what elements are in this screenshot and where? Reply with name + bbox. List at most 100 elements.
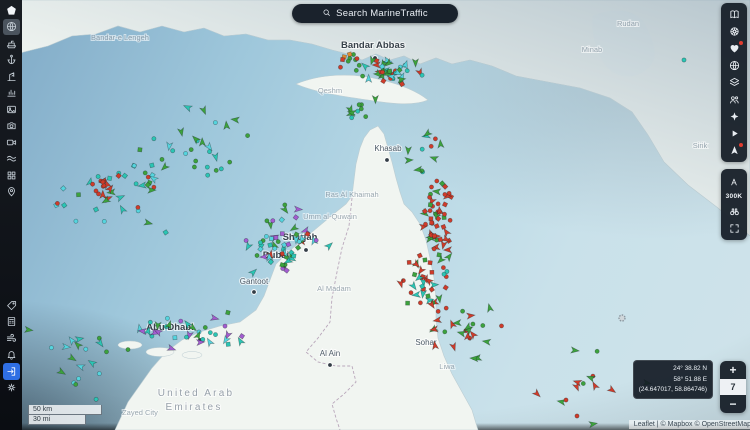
vessel-marker[interactable] bbox=[346, 51, 353, 58]
vessel-marker[interactable] bbox=[137, 147, 143, 153]
vessel-marker[interactable] bbox=[423, 221, 428, 227]
zoom-in-button[interactable]: + bbox=[720, 361, 746, 379]
vessel-marker[interactable] bbox=[563, 397, 569, 403]
vessel-marker[interactable] bbox=[429, 184, 435, 190]
vessel-marker[interactable] bbox=[338, 64, 343, 70]
vessel-marker[interactable] bbox=[296, 239, 302, 245]
toolbar-item-my-fleets[interactable] bbox=[724, 74, 744, 91]
vessel-marker[interactable] bbox=[118, 204, 128, 215]
vessel-marker[interactable] bbox=[73, 381, 79, 387]
vessel-marker[interactable] bbox=[60, 202, 68, 209]
vessel-marker[interactable] bbox=[429, 269, 435, 275]
sidebar-item-data-services[interactable] bbox=[3, 167, 20, 184]
vessel-marker[interactable] bbox=[406, 259, 412, 265]
vessel-marker[interactable] bbox=[408, 290, 414, 296]
vessel-marker[interactable] bbox=[460, 308, 466, 314]
vessel-marker[interactable] bbox=[191, 164, 197, 170]
vessel-marker[interactable] bbox=[437, 236, 444, 243]
vessel-marker[interactable] bbox=[218, 166, 224, 172]
vessel-marker[interactable] bbox=[590, 381, 601, 392]
vessel-marker[interactable] bbox=[434, 178, 440, 184]
vessel-marker[interactable] bbox=[60, 185, 67, 192]
sidebar-item-notifications[interactable] bbox=[3, 347, 20, 364]
vessel-marker[interactable] bbox=[184, 334, 189, 340]
toolbar-item-map-layers[interactable] bbox=[724, 57, 744, 74]
vessel-marker[interactable] bbox=[209, 313, 220, 322]
vessel-marker[interactable] bbox=[386, 68, 393, 74]
vessel-marker[interactable] bbox=[151, 136, 157, 142]
vessel-marker[interactable] bbox=[435, 308, 441, 314]
vessel-marker[interactable] bbox=[198, 136, 207, 147]
vessel-marker[interactable] bbox=[162, 229, 169, 236]
vessel-marker[interactable] bbox=[263, 233, 269, 239]
toolbar-item-insights[interactable] bbox=[724, 108, 744, 125]
vessel-marker[interactable] bbox=[440, 265, 446, 271]
vessel-marker[interactable] bbox=[440, 223, 447, 230]
sidebar-item-tides[interactable] bbox=[3, 151, 20, 168]
vessel-marker[interactable] bbox=[204, 164, 210, 170]
sidebar-item-explore-map[interactable] bbox=[2, 18, 20, 35]
vessel-count-toggle[interactable]: 300K bbox=[726, 172, 743, 203]
sidebar-item-tags[interactable] bbox=[3, 297, 20, 314]
sidebar-item-weather-wind[interactable] bbox=[3, 330, 20, 347]
vessel-marker[interactable] bbox=[443, 305, 449, 311]
tool-item-area-search[interactable] bbox=[724, 203, 744, 220]
vessel-marker[interactable] bbox=[83, 346, 89, 352]
vessel-marker[interactable] bbox=[353, 68, 359, 73]
vessel-marker[interactable] bbox=[164, 315, 171, 321]
vessel-marker[interactable] bbox=[465, 312, 476, 320]
vessel-marker[interactable] bbox=[291, 253, 297, 259]
vessel-marker[interactable] bbox=[170, 148, 176, 154]
vessel-marker[interactable] bbox=[435, 201, 441, 207]
sidebar-item-marinetraffic-logo[interactable] bbox=[3, 2, 20, 19]
vessel-marker[interactable] bbox=[227, 159, 233, 165]
sidebar-item-stations[interactable] bbox=[3, 68, 20, 85]
vessel-marker[interactable] bbox=[340, 57, 346, 63]
vessel-marker[interactable] bbox=[428, 216, 434, 222]
toolbar-item-nautical-tools[interactable] bbox=[724, 23, 744, 40]
zoom-out-button[interactable]: − bbox=[720, 395, 746, 413]
vessel-marker[interactable] bbox=[245, 133, 251, 139]
vessel-marker[interactable] bbox=[211, 151, 220, 163]
vessel-marker[interactable] bbox=[247, 267, 259, 278]
vessel-marker[interactable] bbox=[205, 172, 211, 178]
vessel-marker[interactable] bbox=[223, 120, 231, 131]
vessel-marker[interactable] bbox=[268, 236, 274, 242]
vessel-marker[interactable] bbox=[428, 143, 434, 149]
vessel-marker[interactable] bbox=[422, 257, 428, 263]
toolbar-item-map-legend[interactable] bbox=[724, 6, 744, 23]
toolbar-item-voyage-planner[interactable] bbox=[724, 142, 744, 159]
vessel-marker[interactable] bbox=[75, 362, 86, 372]
vessel-marker[interactable] bbox=[94, 337, 106, 349]
vessel-marker[interactable] bbox=[202, 325, 208, 330]
sidebar-item-ports[interactable] bbox=[3, 52, 20, 69]
vessel-marker[interactable] bbox=[282, 202, 288, 208]
vessel-marker[interactable] bbox=[486, 302, 495, 314]
vessel-marker[interactable] bbox=[74, 335, 85, 344]
vessel-marker[interactable] bbox=[606, 384, 617, 395]
vessel-marker[interactable] bbox=[176, 126, 186, 138]
vessel-marker[interactable] bbox=[76, 376, 81, 382]
vessel-marker[interactable] bbox=[531, 388, 542, 399]
sidebar-item-sign-in[interactable] bbox=[2, 363, 20, 380]
vessel-marker[interactable] bbox=[480, 323, 486, 328]
vessel-marker[interactable] bbox=[272, 245, 278, 251]
vessel-marker[interactable] bbox=[405, 300, 410, 306]
vessel-marker[interactable] bbox=[61, 342, 72, 351]
vessel-marker[interactable] bbox=[588, 420, 599, 429]
vessel-marker[interactable] bbox=[183, 151, 189, 157]
vessel-marker[interactable] bbox=[87, 358, 98, 369]
sidebar-item-statistics[interactable] bbox=[3, 85, 20, 102]
vessel-marker[interactable] bbox=[92, 206, 100, 213]
vessel-marker[interactable] bbox=[425, 293, 431, 299]
vessel-marker[interactable] bbox=[106, 175, 113, 182]
vessel-marker[interactable] bbox=[431, 233, 438, 239]
vessel-marker[interactable] bbox=[278, 216, 286, 224]
vessel-marker[interactable] bbox=[580, 381, 586, 386]
vessel-marker[interactable] bbox=[470, 321, 476, 327]
offshore-structure-marker[interactable] bbox=[618, 314, 626, 322]
vessel-marker[interactable] bbox=[440, 239, 448, 251]
vessel-marker[interactable] bbox=[363, 114, 369, 120]
vessel-marker[interactable] bbox=[96, 371, 102, 377]
vessel-marker[interactable] bbox=[230, 116, 241, 124]
